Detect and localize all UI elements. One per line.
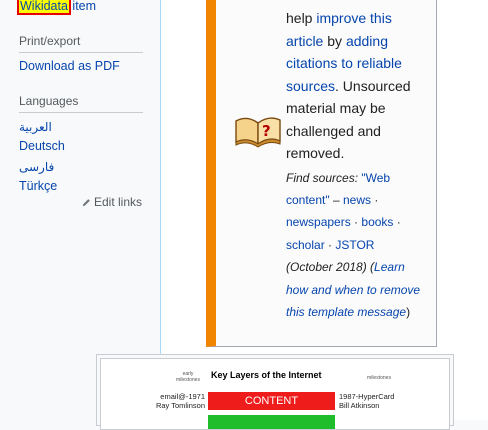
newspapers-link[interactable]: newspapers — [286, 215, 351, 229]
wikidata-link[interactable]: Wikidata — [17, 0, 71, 15]
figure-left-caption: early milestones — [176, 371, 200, 383]
find-sources-label: Find sources: — [286, 170, 359, 185]
ambox-message: help improve this article by adding cita… — [286, 7, 424, 323]
figure-right-entry-line-2: Bill Atkinson — [339, 401, 380, 410]
figure-right-entry: 1987-HyperCard Bill Atkinson — [339, 392, 394, 410]
wikidata-item-link[interactable]: item — [72, 0, 96, 13]
language-link-farsi[interactable]: فارسی — [19, 159, 54, 175]
svg-text:?: ? — [262, 122, 271, 140]
content-layer-bar: CONTENT — [208, 392, 335, 410]
language-link-arabic[interactable]: العربية — [19, 119, 52, 135]
help-text: help — [286, 10, 317, 26]
figure-left-entry-line-2: Ray Tomlinson — [155, 401, 205, 410]
date-text: (October 2018) ( — [286, 260, 375, 275]
scholar-link[interactable]: scholar — [286, 238, 325, 252]
refimprove-ambox: ? help improve this article by adding ci… — [206, 0, 437, 347]
edit-links[interactable]: Edit links — [82, 195, 142, 209]
figure-image[interactable]: early milestones Key Layers of the Inter… — [100, 358, 450, 430]
print-export-heading: Print/export — [19, 34, 143, 53]
find-sources: Find sources: "Web content" – news · new… — [286, 170, 421, 319]
pencil-icon — [82, 198, 90, 206]
languages-heading: Languages — [19, 94, 143, 113]
wikidata-item-row: Wikidata item — [17, 0, 96, 15]
download-pdf-link[interactable]: Download as PDF — [19, 58, 120, 74]
close-paren: ) — [406, 304, 411, 319]
news-link[interactable]: news — [343, 193, 371, 207]
figure-right-entry-line-1: 1987-HyperCard — [339, 392, 395, 401]
by-text: by — [323, 32, 346, 49]
dash-separator: – — [329, 192, 343, 207]
book-question-icon: ? — [235, 117, 281, 148]
language-link-deutsch[interactable]: Deutsch — [19, 138, 65, 154]
edit-links-label: Edit links — [94, 195, 143, 209]
language-link-turkce[interactable]: Türkçe — [19, 178, 57, 194]
figure-left-entry: email@-1971 Ray Tomlinson — [135, 392, 205, 410]
internet-layers-figure[interactable]: early milestones Key Layers of the Inter… — [96, 354, 454, 430]
books-link[interactable]: books — [361, 215, 393, 229]
figure-right-caption: milestones — [367, 375, 391, 381]
figure-title: Key Layers of the Internet — [211, 370, 322, 380]
next-layer-bar — [208, 415, 335, 429]
figure-left-entry-line-1: email@-1971 — [160, 392, 205, 401]
jstor-link[interactable]: JSTOR — [335, 238, 374, 252]
